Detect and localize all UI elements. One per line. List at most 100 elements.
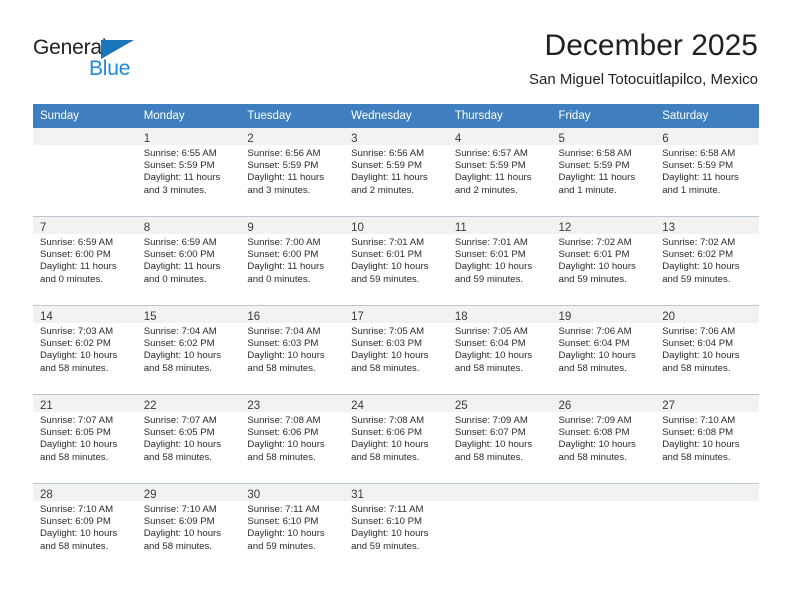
day-sunrise-text: Sunrise: 7:04 AM — [143, 326, 217, 337]
calendar-day-cell[interactable]: 21 Sunrise: 7:07 AM Sunset: 6:05 PM Dayligh… — [33, 394, 137, 484]
day-details: Sunrise: 6:58 AM Sunset: 5:59 PM Daylight:… — [552, 145, 656, 197]
day-sunset-text: Sunset: 5:59 PM — [662, 160, 734, 172]
day-details: Sunrise: 7:07 AM Sunset: 6:05 PM Daylight:… — [137, 412, 241, 464]
day-number: 20 — [662, 311, 676, 323]
day-number: 25 — [454, 400, 468, 412]
calendar-day-cell[interactable]: 19 Sunrise: 7:06 AM Sunset: 6:04 PM Dayligh… — [551, 305, 656, 395]
day-number-band: 14 — [33, 306, 137, 323]
calendar-day-cell[interactable]: 5 Sunrise: 6:58 AM Sunset: 5:59 PM Daylight… — [551, 128, 656, 217]
day-number-band: 15 — [136, 306, 241, 323]
day-cell-body: 23 Sunrise: 7:08 AM Sunset: 6:06 PM Dayligh… — [240, 395, 345, 483]
day-details: Sunrise: 7:10 AM Sunset: 6:09 PM Daylight:… — [33, 501, 137, 553]
day-number-band: 21 — [33, 395, 137, 412]
calendar-day-cell[interactable]: 15 Sunrise: 7:04 AM Sunset: 6:02 PM Dayligh… — [136, 305, 241, 395]
day-daylight-text: Daylight: 10 hours — [143, 439, 222, 451]
calendar-day-cell[interactable]: 16 Sunrise: 7:04 AM Sunset: 6:03 PM Dayligh… — [240, 305, 345, 395]
day-sunset-text: Sunset: 6:08 PM — [558, 427, 630, 439]
calendar-day-cell[interactable]: 9 Sunrise: 7:00 AM Sunset: 6:00 PM Daylight… — [240, 216, 345, 306]
day-daylight-text: Daylight: 10 hours — [351, 528, 429, 540]
calendar-day-cell[interactable]: 11 Sunrise: 7:01 AM Sunset: 6:01 PM Dayligh… — [447, 216, 552, 306]
calendar-day-cell[interactable]: 8 Sunrise: 6:59 AM Sunset: 6:00 PM Daylight… — [136, 216, 241, 306]
day-details — [655, 501, 759, 504]
calendar-day-cell[interactable]: 12 Sunrise: 7:02 AM Sunset: 6:01 PM Dayligh… — [551, 216, 656, 306]
day-daylight-cont-text: and 3 minutes. — [143, 184, 207, 196]
calendar-day-cell[interactable]: 22 Sunrise: 7:07 AM Sunset: 6:05 PM Dayligh… — [136, 394, 241, 484]
calendar-day-cell[interactable]: 3 Sunrise: 6:56 AM Sunset: 5:59 PM Daylight… — [344, 128, 448, 217]
day-number-band: 31 — [344, 484, 448, 501]
calendar-day-cell[interactable]: 10 Sunrise: 7:01 AM Sunset: 6:01 PM Dayligh… — [344, 216, 448, 306]
day-details: Sunrise: 7:08 AM Sunset: 6:06 PM Daylight:… — [240, 412, 344, 464]
day-daylight-cont-text: and 1 minute. — [558, 184, 617, 196]
day-daylight-cont-text: and 1 minute. — [662, 184, 721, 196]
day-number-band: 28 — [33, 484, 137, 501]
day-cell-body: 29 Sunrise: 7:10 AM Sunset: 6:09 PM Dayligh… — [136, 484, 241, 572]
day-number: 29 — [143, 489, 157, 501]
day-details: Sunrise: 6:55 AM Sunset: 5:59 PM Daylight:… — [137, 145, 241, 197]
day-number-band: 5 — [551, 128, 656, 145]
calendar-day-cell[interactable]: 28 Sunrise: 7:10 AM Sunset: 6:09 PM Dayligh… — [33, 483, 137, 572]
calendar-day-cell[interactable]: 26 Sunrise: 7:09 AM Sunset: 6:08 PM Dayligh… — [551, 394, 656, 484]
calendar-day-cell[interactable]: 23 Sunrise: 7:08 AM Sunset: 6:06 PM Dayligh… — [240, 394, 345, 484]
calendar-day-cell[interactable]: 14 Sunrise: 7:03 AM Sunset: 6:02 PM Dayligh… — [33, 305, 137, 395]
day-sunrise-text: Sunrise: 7:02 AM — [558, 237, 632, 248]
title-block: December 2025 San Miguel Totocuitlapilco… — [529, 28, 758, 90]
day-sunrise-text: Sunrise: 7:06 AM — [662, 326, 736, 337]
day-sunrise-text: Sunrise: 6:58 AM — [558, 148, 632, 159]
day-number: 12 — [558, 222, 572, 234]
day-details: Sunrise: 7:06 AM Sunset: 6:04 PM Daylight:… — [655, 323, 759, 375]
day-daylight-text: Daylight: 10 hours — [558, 261, 636, 273]
calendar-day-cell[interactable]: 6 Sunrise: 6:58 AM Sunset: 5:59 PM Daylight… — [655, 128, 759, 217]
day-sunrise-text: Sunrise: 7:10 AM — [662, 415, 736, 426]
day-daylight-cont-text: and 2 minutes. — [351, 184, 415, 196]
day-daylight-text: Daylight: 11 hours — [247, 261, 325, 273]
calendar-day-cell[interactable]: 27 Sunrise: 7:10 AM Sunset: 6:08 PM Dayligh… — [655, 394, 759, 484]
day-number-band: 24 — [344, 395, 448, 412]
calendar-day-cell[interactable]: 25 Sunrise: 7:09 AM Sunset: 6:07 PM Dayligh… — [447, 394, 552, 484]
day-daylight-text: Daylight: 10 hours — [247, 439, 325, 451]
day-daylight-cont-text: and 0 minutes. — [40, 273, 103, 285]
day-daylight-cont-text: and 58 minutes. — [40, 540, 109, 552]
day-number: 17 — [351, 311, 364, 323]
day-number-band: 9 — [240, 217, 345, 234]
calendar-day-cell[interactable]: 18 Sunrise: 7:05 AM Sunset: 6:04 PM Dayligh… — [447, 305, 552, 395]
calendar-day-cell[interactable]: 20 Sunrise: 7:06 AM Sunset: 6:04 PM Dayligh… — [655, 305, 759, 395]
day-daylight-cont-text: and 58 minutes. — [143, 451, 212, 463]
calendar-day-cell[interactable]: 4 Sunrise: 6:57 AM Sunset: 5:59 PM Daylight… — [447, 128, 552, 217]
day-cell-body — [447, 484, 552, 572]
day-sunrise-text: Sunrise: 7:10 AM — [40, 504, 114, 515]
calendar-day-cell[interactable]: 7 Sunrise: 6:59 AM Sunset: 6:00 PM Daylight… — [33, 216, 137, 306]
calendar-day-cell[interactable]: 17 Sunrise: 7:05 AM Sunset: 6:03 PM Dayligh… — [344, 305, 448, 395]
day-details: Sunrise: 7:06 AM Sunset: 6:04 PM Daylight:… — [552, 323, 656, 375]
day-daylight-text: Daylight: 10 hours — [247, 350, 325, 362]
calendar-day-cell[interactable]: 30 Sunrise: 7:11 AM Sunset: 6:10 PM Dayligh… — [240, 483, 345, 572]
calendar-day-cell — [33, 128, 137, 217]
day-daylight-cont-text: and 0 minutes. — [247, 273, 311, 285]
general-blue-logo[interactable]: General Blue — [33, 36, 163, 86]
day-number: 10 — [351, 222, 364, 234]
day-daylight-text: Daylight: 11 hours — [558, 172, 636, 184]
day-daylight-cont-text: and 58 minutes. — [454, 451, 524, 463]
day-sunset-text: Sunset: 6:04 PM — [454, 338, 526, 350]
day-sunrise-text: Sunrise: 7:09 AM — [454, 415, 528, 426]
calendar-day-cell[interactable]: 2 Sunrise: 6:56 AM Sunset: 5:59 PM Daylight… — [240, 128, 345, 217]
day-number-band: 13 — [655, 217, 759, 234]
day-sunrise-text: Sunrise: 7:08 AM — [247, 415, 321, 426]
day-number: 27 — [662, 400, 676, 412]
day-sunset-text: Sunset: 6:02 PM — [143, 338, 215, 350]
day-number: 15 — [143, 311, 157, 323]
calendar-day-cell[interactable]: 29 Sunrise: 7:10 AM Sunset: 6:09 PM Dayligh… — [136, 483, 241, 572]
calendar-day-cell[interactable]: 13 Sunrise: 7:02 AM Sunset: 6:02 PM Dayligh… — [655, 216, 759, 306]
day-sunrise-text: Sunrise: 6:56 AM — [351, 148, 425, 159]
calendar-day-cell[interactable]: 1 Sunrise: 6:55 AM Sunset: 5:59 PM Daylight… — [136, 128, 241, 217]
day-sunrise-text: Sunrise: 7:11 AM — [351, 504, 424, 515]
day-number: 19 — [558, 311, 572, 323]
calendar-day-cell — [551, 483, 656, 572]
day-number: 5 — [558, 133, 565, 145]
calendar-day-cell[interactable]: 31 Sunrise: 7:11 AM Sunset: 6:10 PM Dayligh… — [344, 483, 448, 572]
day-cell-body: 3 Sunrise: 6:56 AM Sunset: 5:59 PM Daylight… — [344, 128, 448, 216]
day-daylight-cont-text: and 58 minutes. — [558, 362, 627, 374]
day-number-band: 23 — [240, 395, 345, 412]
day-sunrise-text: Sunrise: 7:04 AM — [247, 326, 321, 337]
day-number: 4 — [454, 133, 462, 145]
calendar-day-cell[interactable]: 24 Sunrise: 7:08 AM Sunset: 6:06 PM Dayligh… — [344, 394, 448, 484]
